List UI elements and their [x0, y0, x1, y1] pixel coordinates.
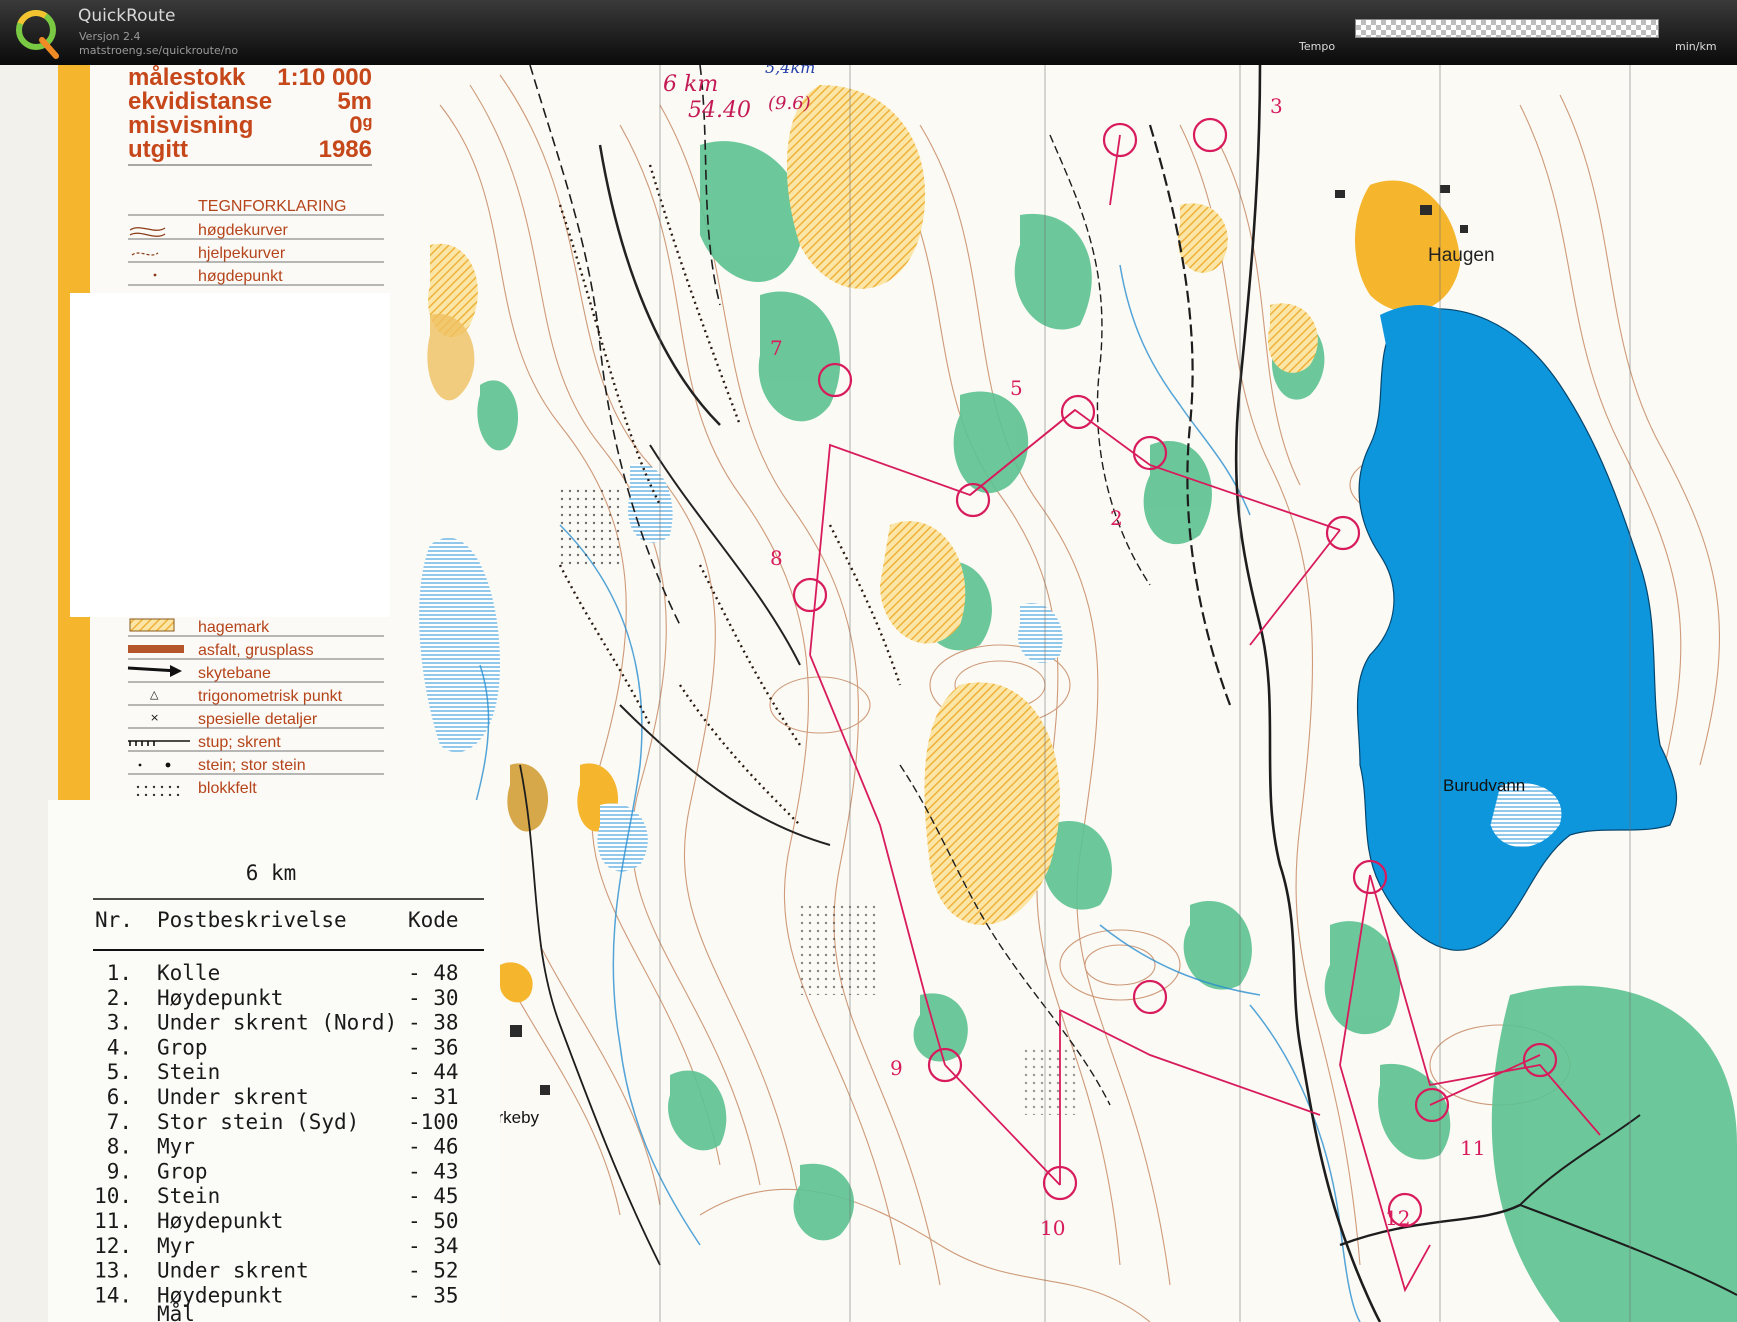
card-row-code: - 44 — [408, 1060, 459, 1084]
card-row-nr: 1. — [107, 961, 132, 985]
published-value: 1986 — [319, 136, 372, 163]
card-row-code: - 35 — [408, 1283, 459, 1307]
map-view[interactable]: 12 10 9 8 7 5 2 3 11 6 km 54.40 5,4km (9… — [0, 65, 1737, 1322]
card-row-desc: Grop — [157, 1035, 208, 1059]
handwritten-note-1: 5,4km — [765, 65, 815, 77]
place-haugen: Haugen — [1428, 245, 1495, 266]
card-row-code: - 50 — [408, 1209, 459, 1233]
handwritten-note-2: (9.6) — [768, 93, 811, 114]
legend-item-contours: høgdekurver — [198, 222, 288, 239]
card-finish-partial: Mål — [157, 1301, 195, 1322]
legend-item-form-lines: hjelpekurver — [198, 245, 286, 262]
quickroute-logo-icon — [16, 10, 59, 59]
legend-item-pasture: hagemark — [198, 619, 270, 636]
card-row-nr: 6. — [107, 1085, 132, 1109]
card-row-desc: Myr — [157, 1135, 195, 1159]
svg-text:8: 8 — [770, 546, 783, 570]
card-row-desc: Under skrent — [157, 1259, 309, 1283]
handwritten-distance: 6 km — [663, 72, 718, 97]
card-row-desc: Under skrent (Nord) — [157, 1011, 397, 1035]
card-row-code: - 30 — [408, 986, 459, 1010]
card-row-nr: 2. — [107, 986, 132, 1010]
published-label: utgitt — [128, 136, 188, 163]
card-row-nr: 13. — [94, 1259, 132, 1283]
svg-text:10: 10 — [1040, 1216, 1065, 1240]
card-row-desc: Under skrent — [157, 1085, 309, 1109]
place-burudvann: Burudvann — [1443, 776, 1525, 795]
card-row-nr: 4. — [107, 1035, 132, 1059]
card-row-code: - 38 — [408, 1011, 459, 1035]
contour-value: 5m — [337, 88, 372, 115]
svg-text:7: 7 — [770, 336, 783, 360]
svg-text:2: 2 — [1110, 506, 1123, 530]
card-row-desc: Stein — [157, 1184, 220, 1208]
card-row-desc: Myr — [157, 1234, 195, 1258]
svg-text:△: △ — [150, 688, 159, 701]
app-url[interactable]: matstroeng.se/quickroute/no — [79, 44, 238, 57]
legend-item-boulders: stein; stor stein — [198, 757, 306, 774]
card-col-code: Kode — [408, 908, 459, 932]
card-row-code: - 46 — [408, 1135, 459, 1159]
card-row-code: - 34 — [408, 1234, 459, 1258]
legend-item-cliff: stup; skrent — [198, 734, 281, 751]
tempo-label: Tempo — [1299, 40, 1336, 53]
app-title: QuickRoute — [78, 6, 176, 26]
svg-text:11: 11 — [1460, 1136, 1485, 1160]
orienteering-map[interactable]: 12 10 9 8 7 5 2 3 11 6 km 54.40 5,4km (9… — [0, 65, 1737, 1322]
card-row-nr: 14. — [94, 1283, 132, 1307]
card-row-code: - 48 — [408, 961, 459, 985]
legend-item-trig-point: trigonometrisk punkt — [198, 688, 343, 705]
contour-label: ekvidistanse — [128, 88, 272, 115]
card-row-desc: Stein — [157, 1060, 220, 1084]
card-col-nr: Nr. — [95, 908, 133, 932]
card-row-desc: Stor stein (Syd) — [157, 1110, 359, 1134]
card-row-nr: 11. — [94, 1209, 132, 1233]
card-row-nr: 3. — [107, 1011, 132, 1035]
card-row-nr: 9. — [107, 1159, 132, 1183]
course-card: 6 km Nr. Postbeskrivelse Kode 1. Kolle - 4… — [48, 800, 500, 1322]
legend-item-special-features: spesielle detaljer — [198, 711, 318, 728]
app-header: QuickRoute Versjon 2.4 matstroeng.se/qui… — [0, 0, 1737, 65]
legend-item-spot-height: høgdepunkt — [198, 268, 283, 285]
quickroute-window: QuickRoute Versjon 2.4 matstroeng.se/qui… — [0, 0, 1737, 1322]
card-row-desc: Grop — [157, 1159, 208, 1183]
card-col-desc: Postbeskrivelse — [157, 908, 347, 932]
card-row-code: - 36 — [408, 1035, 459, 1059]
card-row-nr: 10. — [94, 1184, 132, 1208]
declination-value: 0ᵍ — [349, 112, 372, 139]
tempo-color-legend — [1355, 19, 1659, 38]
tempo-unit-label: min/km — [1675, 40, 1717, 53]
legend-title: TEGNFORKLARING — [198, 198, 346, 215]
card-row-desc: Høydepunkt — [157, 986, 283, 1010]
svg-text:9: 9 — [890, 1056, 903, 1080]
legend-item-shooting-range: skytebane — [198, 665, 271, 682]
card-row-desc: Høydepunkt — [157, 1209, 283, 1233]
card-row-code: - 45 — [408, 1184, 459, 1208]
legend-item-boulder-field: blokkfelt — [198, 780, 257, 797]
svg-text:×: × — [150, 711, 159, 724]
card-row-code: -100 — [408, 1110, 459, 1134]
svg-text:5: 5 — [1010, 376, 1023, 400]
card-row-nr: 12. — [94, 1234, 132, 1258]
app-version: Versjon 2.4 — [79, 30, 141, 43]
card-row-code: - 52 — [408, 1259, 459, 1283]
card-distance: 6 km — [246, 861, 297, 885]
svg-text:12: 12 — [1385, 1206, 1410, 1230]
svg-text:3: 3 — [1270, 94, 1283, 118]
handwritten-time: 54.40 — [688, 98, 751, 123]
card-row-code: - 31 — [408, 1085, 459, 1109]
card-row-code: - 43 — [408, 1159, 459, 1183]
card-row-nr: 5. — [107, 1060, 132, 1084]
card-row-nr: 8. — [107, 1135, 132, 1159]
legend-item-paved: asfalt, grusplass — [198, 642, 314, 659]
card-row-desc: Kolle — [157, 961, 220, 985]
declination-label: misvisning — [128, 112, 253, 139]
card-row-nr: 7. — [107, 1110, 132, 1134]
legend-cover-patch — [70, 293, 390, 617]
